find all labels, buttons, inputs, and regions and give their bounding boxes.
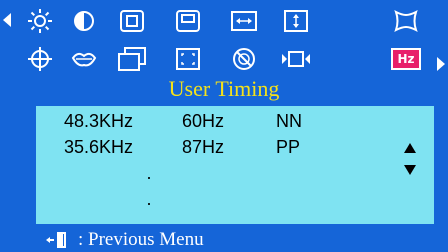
ellipsis-dot: · [146, 193, 152, 213]
timing-panel: 48.3KHz 60Hz NN 35.6KHz 87Hz PP · · [36, 106, 434, 224]
v-position-icon[interactable] [166, 2, 210, 40]
h-frequency: 35.6KHz [64, 137, 134, 157]
hz-icon[interactable]: Hz [384, 40, 428, 78]
footer: : Previous Menu [0, 228, 448, 252]
v-size-icon[interactable] [274, 2, 318, 40]
degauss-icon[interactable] [222, 40, 266, 78]
screen-arrows-icon [282, 51, 310, 67]
prohibit-circle-icon [233, 48, 255, 70]
zoom-icon[interactable] [166, 40, 210, 78]
scroll-left-arrow-icon[interactable] [3, 13, 11, 27]
h-frequency: 48.3KHz [64, 111, 134, 131]
menu-title: User Timing [168, 76, 280, 101]
input-icon[interactable] [274, 40, 318, 78]
timing-row[interactable]: 48.3KHz 60Hz NN [36, 108, 434, 134]
half-circle-icon [74, 11, 94, 31]
h-size-icon[interactable] [222, 2, 266, 40]
h-position-icon[interactable] [110, 2, 154, 40]
pincushion-icon[interactable] [384, 2, 428, 40]
v-frequency: 60Hz [182, 111, 225, 131]
v-frequency: 87Hz [182, 137, 225, 157]
screen-position-icon [120, 10, 144, 32]
horizontal-arrows-icon [231, 11, 257, 31]
sun-icon [28, 9, 52, 33]
scroll-right-arrow-icon[interactable] [437, 57, 445, 71]
screen-top-icon [176, 10, 200, 32]
screen-corners-icon [176, 48, 200, 70]
pincushion-shape-icon [394, 10, 418, 32]
hz-selected-box: Hz [391, 48, 421, 70]
icon-row-bottom: Hz [0, 40, 448, 78]
sync-polarity: PP [276, 137, 301, 157]
scroll-up-arrow-icon[interactable] [404, 143, 416, 153]
recall-icon[interactable] [62, 40, 106, 78]
icon-row-top [0, 2, 448, 40]
vertical-arrows-icon [284, 10, 308, 32]
lips-icon [71, 52, 97, 67]
crosshair-circle-icon [28, 47, 52, 71]
color-icon[interactable] [18, 40, 62, 78]
scroll-down-arrow-icon[interactable] [404, 165, 416, 175]
exit-door-icon [46, 232, 66, 248]
contrast-icon[interactable] [62, 2, 106, 40]
osd-menu: Hz User Timing 48.3KHz 60Hz NN 35.6KHz 8… [0, 0, 448, 252]
language-icon[interactable] [110, 40, 154, 78]
stacked-windows-icon [118, 47, 146, 71]
previous-menu-label[interactable]: : Previous Menu [78, 228, 204, 252]
sync-polarity: NN [276, 111, 302, 131]
brightness-icon[interactable] [18, 2, 62, 40]
ellipsis-dot: · [146, 167, 152, 187]
timing-row[interactable]: 35.6KHz 87Hz PP [36, 134, 434, 160]
